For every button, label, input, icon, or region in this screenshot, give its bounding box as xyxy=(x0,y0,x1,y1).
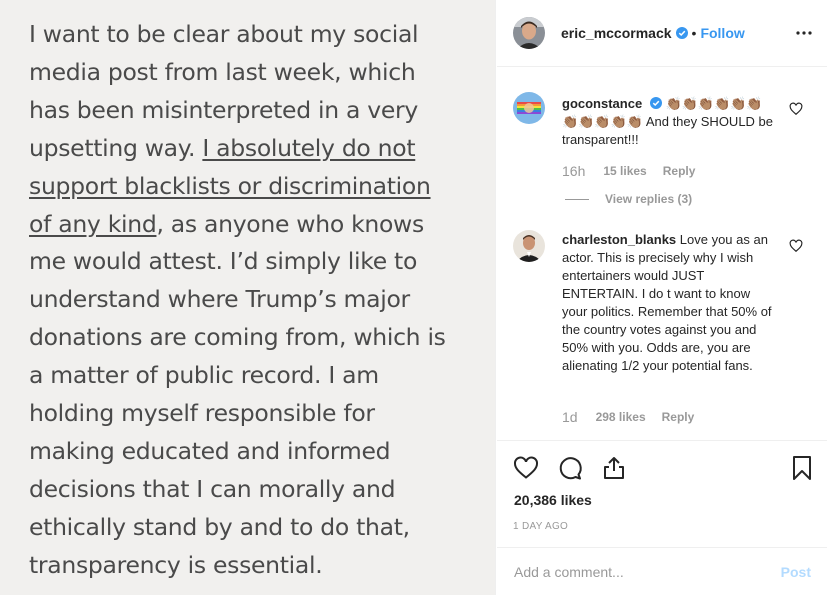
post-text-line: of any kind, as anyone who knows xyxy=(29,206,484,244)
view-replies-label: View replies (3) xyxy=(605,192,693,206)
post-text-segment: upsetting way. xyxy=(29,133,203,162)
view-replies-button[interactable]: View replies (3) xyxy=(565,192,693,206)
post-text-line: me would attest. I’d simply like to xyxy=(29,247,418,276)
share-icon[interactable] xyxy=(601,455,627,481)
post-text-line: understand where Trump’s major xyxy=(29,285,410,314)
comment-body: Love you as an actor. This is precisely … xyxy=(562,232,772,373)
commenter-avatar[interactable] xyxy=(513,230,545,262)
comment-text: goconstance 👏🏽👏🏽👏🏽👏🏽👏🏽👏🏽👏🏽👏🏽👏🏽👏🏽👏🏽 And t… xyxy=(562,95,776,149)
verified-badge-icon xyxy=(675,27,688,39)
post-text-underlined: support blacklists or discrimination xyxy=(29,171,431,200)
post-text-underlined: I absolutely do not xyxy=(202,133,416,162)
post-header: eric_mccormack • Follow xyxy=(497,0,827,67)
post-text-line: decisions that I can morally and xyxy=(29,474,396,503)
verified-badge-icon xyxy=(649,97,662,109)
more-options-icon[interactable] xyxy=(795,25,813,41)
post-image[interactable]: I want to be clear about my social media… xyxy=(0,0,496,595)
post-text-line: media post from last week, which xyxy=(29,57,416,86)
comment-likes[interactable]: 15 likes xyxy=(603,164,646,178)
comments-panel: eric_mccormack • Follow goconstance 👏🏽👏🏽… xyxy=(497,0,827,595)
post-actions: 20,386 likes 1 DAY AGO xyxy=(497,440,827,555)
post-comment-button[interactable]: Post xyxy=(781,564,811,580)
reply-button[interactable]: Reply xyxy=(663,164,696,178)
post-text-line: holding myself responsible for xyxy=(29,399,375,428)
add-comment-bar: Post xyxy=(497,547,827,595)
comment-time[interactable]: 16h xyxy=(562,163,585,179)
post-text-line: upsetting way. I absolutely do not xyxy=(29,130,484,168)
bookmark-icon[interactable] xyxy=(789,455,815,481)
commenter-username[interactable]: charleston_blanks xyxy=(562,232,676,247)
post-text-line: I want to be clear about my social xyxy=(29,20,419,48)
post-text-line: ethically stand by and to do that, xyxy=(29,512,410,541)
commenter-username[interactable]: goconstance xyxy=(562,96,642,111)
post-text-line: has been misinterpreted in a very xyxy=(29,95,419,124)
comment-likes[interactable]: 298 likes xyxy=(596,410,646,424)
post-timestamp[interactable]: 1 DAY AGO xyxy=(513,521,568,532)
post-text-line: a matter of public record. I am xyxy=(29,361,379,390)
view-replies-line xyxy=(565,198,589,200)
reply-button[interactable]: Reply xyxy=(662,410,695,424)
like-heart-icon[interactable] xyxy=(513,455,539,481)
author-username[interactable]: eric_mccormack xyxy=(561,25,672,41)
post-text-underlined: of any kind xyxy=(29,209,157,238)
author-avatar[interactable] xyxy=(513,17,545,49)
comment-text: charleston_blanks Love you as an actor. … xyxy=(562,231,776,375)
comment-bubble-icon[interactable] xyxy=(557,455,583,481)
post-text-segment: , as anyone who knows xyxy=(156,209,424,238)
like-comment-heart-icon[interactable] xyxy=(789,239,803,253)
comment-meta: 16h 15 likes Reply xyxy=(562,163,695,179)
comment-input[interactable] xyxy=(514,563,754,580)
comment-time[interactable]: 1d xyxy=(562,409,578,425)
post-text-line: transparency is essential. xyxy=(29,550,323,579)
likes-count[interactable]: 20,386 likes xyxy=(514,492,592,508)
header-separator: • xyxy=(691,25,697,41)
post-text-line: making educated and informed xyxy=(29,436,391,465)
commenter-avatar[interactable] xyxy=(513,92,545,124)
follow-button[interactable]: Follow xyxy=(700,25,744,41)
comment-meta: 1d 298 likes Reply xyxy=(562,409,694,425)
post-image-text: I want to be clear about my social media… xyxy=(29,16,484,585)
post-text-line: donations are coming from, which is xyxy=(29,323,446,352)
comment-item: charleston_blanks Love you as an actor. … xyxy=(513,230,813,430)
like-comment-heart-icon[interactable] xyxy=(789,102,803,116)
